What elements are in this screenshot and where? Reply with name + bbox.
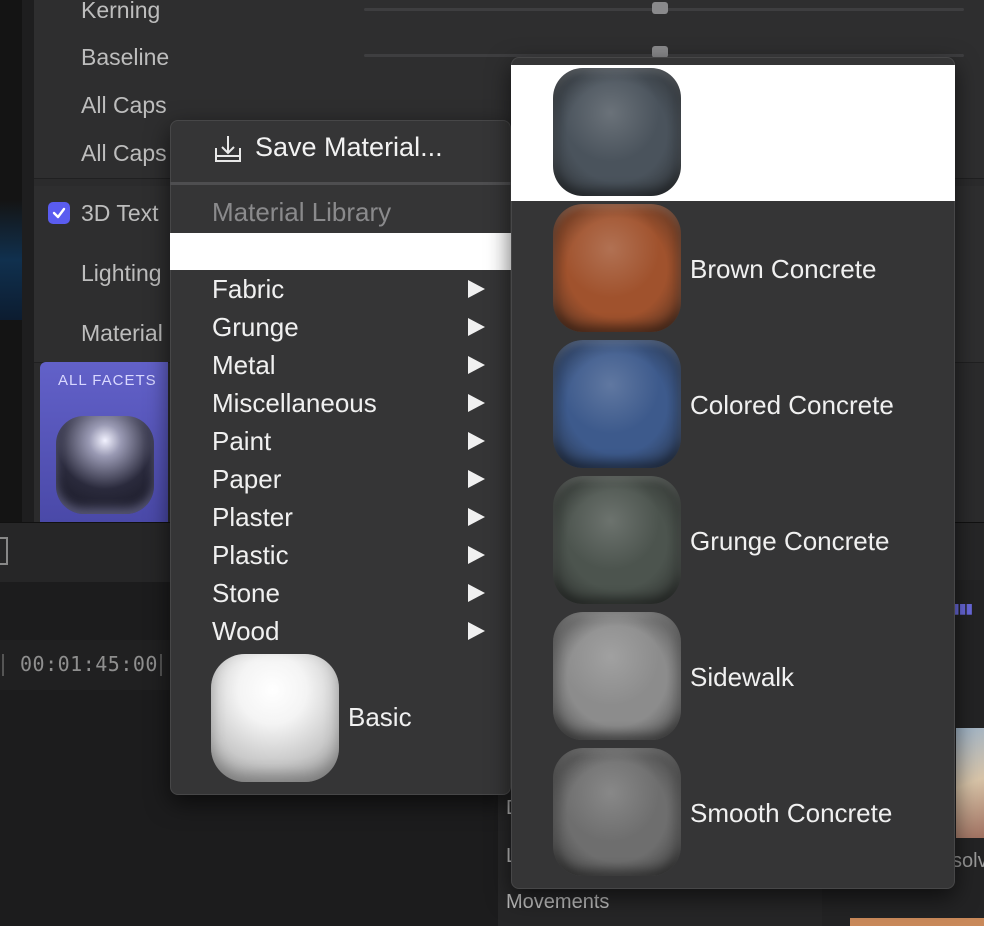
menu-item-wood[interactable]: Wood	[212, 616, 279, 647]
submenu-item-smooth-concrete[interactable]: Smooth Concrete	[690, 798, 892, 829]
submenu-arrow-icon	[468, 356, 485, 374]
audio-meter-icon: ▮▮▮	[952, 600, 973, 616]
submenu-item-grunge-concrete[interactable]: Grunge Concrete	[690, 526, 889, 557]
material-swatch-grunge-concrete[interactable]	[553, 476, 681, 604]
menu-item-grunge[interactable]: Grunge	[212, 312, 299, 343]
submenu-arrow-icon	[468, 508, 485, 526]
submenu-item-colored-concrete[interactable]: Colored Concrete	[690, 390, 894, 421]
submenu-arrow-icon	[468, 394, 485, 412]
material-swatch-0[interactable]	[553, 68, 681, 196]
clip-thumbnail[interactable]	[850, 918, 984, 926]
material-swatch-colored-concrete[interactable]	[553, 340, 681, 468]
basic-material-swatch[interactable]	[211, 654, 339, 782]
panel-icon[interactable]	[0, 537, 8, 565]
menu-item-paper[interactable]: Paper	[212, 464, 281, 495]
submenu-arrow-icon	[468, 622, 485, 640]
submenu-arrow-icon	[468, 318, 485, 336]
lighting-label: Lighting	[81, 260, 162, 286]
clip-title: solv	[952, 850, 984, 872]
kerning-label: Kerning	[81, 0, 161, 23]
menu-item-fabric[interactable]: Fabric	[212, 274, 284, 305]
movements-label[interactable]: Movements	[506, 891, 609, 914]
menu-item-miscellaneous[interactable]: Miscellaneous	[212, 388, 377, 419]
material-swatch-sidewalk[interactable]	[553, 612, 681, 740]
submenu-arrow-icon	[468, 432, 485, 450]
baseline-label: Baseline	[81, 44, 170, 70]
menu-item-metal[interactable]: Metal	[212, 350, 276, 381]
submenu-item-brown-concrete[interactable]: Brown Concrete	[690, 254, 876, 285]
submenu-arrow-icon	[468, 470, 485, 488]
all-facets-label: ALL FACETS	[58, 372, 157, 389]
viewer-edge	[0, 0, 22, 522]
material-library-header: Material Library	[212, 197, 392, 227]
save-material-item[interactable]: Save Material...	[255, 132, 443, 163]
facet-preview-swatch	[56, 416, 154, 514]
save-icon	[211, 132, 245, 166]
menu-item-plastic[interactable]: Plastic	[212, 540, 289, 571]
material-swatch-smooth-concrete[interactable]	[553, 748, 681, 876]
clip-thumbnail[interactable]	[956, 728, 984, 838]
basic-material-label[interactable]: Basic	[348, 702, 412, 733]
submenu-arrow-icon	[468, 584, 485, 602]
menu-item-paint[interactable]: Paint	[212, 426, 271, 457]
menu-item-stone[interactable]: Stone	[212, 578, 280, 609]
submenu-item-sidewalk[interactable]: Sidewalk	[690, 662, 794, 693]
submenu-arrow-icon	[468, 546, 485, 564]
all-caps-size-label: All Caps	[81, 140, 167, 166]
timecode: 00:01:45:00	[20, 652, 158, 676]
highlighted-menu-item[interactable]	[170, 233, 511, 270]
material-label: Material	[81, 320, 163, 346]
3d-text-label: 3D Text	[81, 200, 159, 226]
submenu-arrow-icon	[468, 280, 485, 298]
menu-item-plaster[interactable]: Plaster	[212, 502, 293, 533]
checkmark-icon	[52, 207, 66, 219]
3d-text-checkbox[interactable]	[48, 202, 70, 224]
material-swatch-brown-concrete[interactable]	[553, 204, 681, 332]
inspector-row-kerning	[34, 0, 984, 35]
all-caps-label: All Caps	[81, 92, 167, 118]
menu-separator	[170, 182, 511, 185]
